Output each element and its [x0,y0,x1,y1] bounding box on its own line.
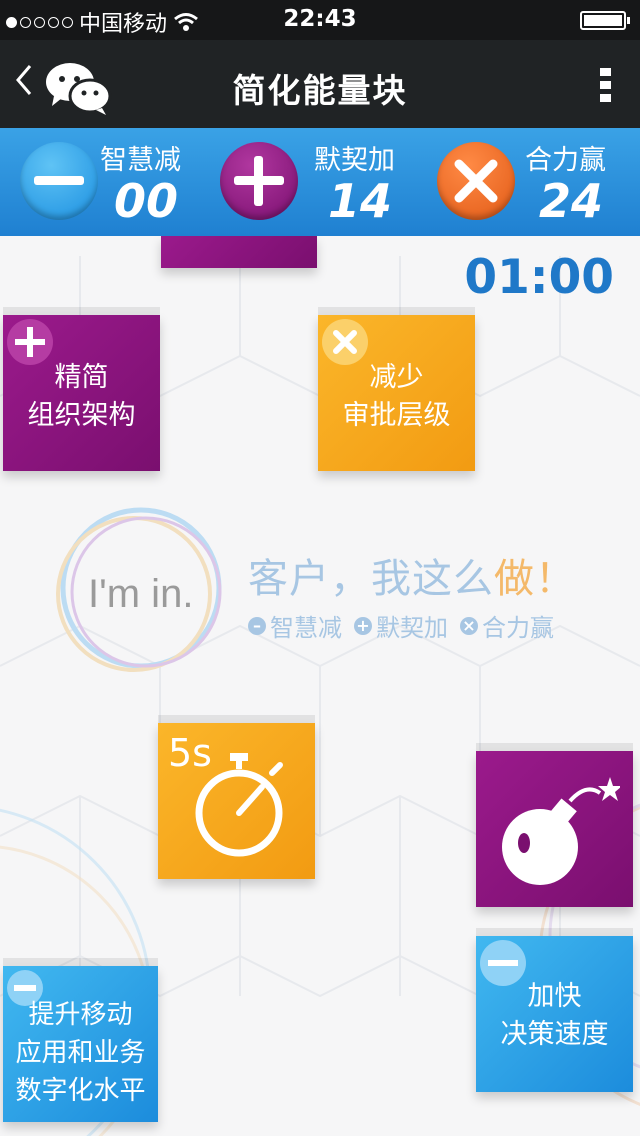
tile-minus-mobile-digital[interactable]: 提升移动 应用和业务 数字化水平 [3,966,158,1122]
game-board[interactable]: 01:00 精简 组织架构 减少 审批层级 I'm in. 客户，我这么做！ –… [0,236,640,1136]
slogan: 客户，我这么做！ [248,546,576,604]
tile-label: 加快 决策速度 [500,981,609,1050]
minus-icon [20,142,98,220]
tile-x-reduce-approvals[interactable]: 减少 审批层级 [318,315,475,471]
score-value: 14 [328,174,393,228]
score-value: 24 [539,174,604,228]
tile-label: 减少 审批层级 [342,362,451,431]
score-x: 合力赢 24 [425,128,640,236]
status-bar: 中国移动 22:43 [0,0,640,40]
tile-label: 提升移动 应用和业务 数字化水平 [15,1000,146,1106]
score-label: 默契加 [314,145,395,176]
more-menu-icon[interactable] [600,68,612,107]
legend-label: 智慧减 [270,614,342,642]
tile-bomb[interactable] [476,751,633,907]
x-icon: × [460,616,478,635]
plus-icon: + [354,616,372,635]
nav-bar: 简化能量块 [0,40,640,128]
bomb-icon [502,777,620,885]
plus-icon [220,142,298,220]
clock: 22:43 [283,6,357,32]
tile-plus-simplify-org[interactable]: 精简 组织架构 [3,315,160,471]
score-label: 合力赢 [525,145,606,176]
countdown-timer: 01:00 [464,250,614,305]
score-bar: 智慧减 00 默契加 14 合力赢 24 [0,128,640,236]
score-minus: 智慧减 00 [0,128,210,236]
tile-label: 精简 组织架构 [27,362,136,431]
battery-icon [580,11,630,30]
legend-label: 合力赢 [482,614,554,642]
stopwatch-icon [195,753,283,857]
score-plus: 默契加 14 [210,128,425,236]
minus-icon: – [248,616,266,635]
slogan-main: 客户，我这么 [248,556,494,602]
brand-logo-text: I'm in. [88,572,194,616]
tile-partial[interactable] [161,236,317,268]
tile-minus-faster-decisions[interactable]: 加快 决策速度 [476,936,633,1092]
score-value: 00 [114,174,179,228]
legend: – 智慧减 + 默契加 × 合力赢 [248,608,554,643]
tile-time-bonus[interactable]: 5s [158,723,315,879]
score-label: 智慧减 [100,145,181,176]
page-title: 简化能量块 [232,71,408,110]
legend-label: 默契加 [376,614,448,642]
slogan-highlight: 做！ [494,556,576,602]
x-icon [437,142,515,220]
